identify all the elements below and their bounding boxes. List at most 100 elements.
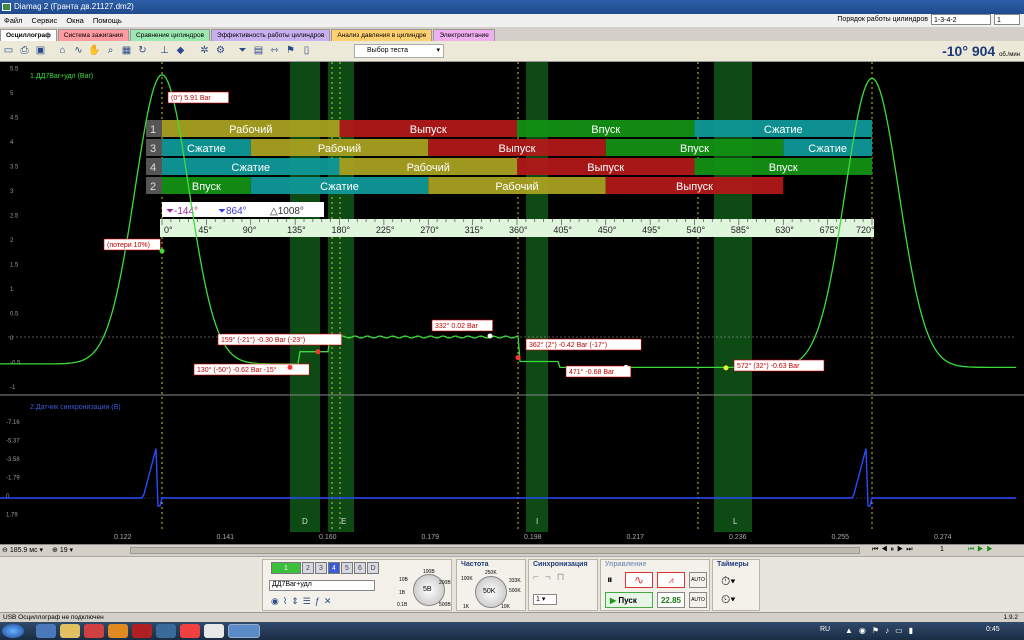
- y-tick-label: 5.5: [10, 67, 19, 73]
- zone-label: E: [341, 517, 346, 526]
- channel-button-1[interactable]: 1: [271, 562, 301, 574]
- media-icon[interactable]: [84, 624, 104, 638]
- y-tick-label: 1: [10, 287, 14, 293]
- tab-2[interactable]: Сравнение цилиндров: [129, 29, 211, 41]
- tray-icons[interactable]: ▲◉⚑♪▭▮: [845, 626, 919, 635]
- channel-button-3[interactable]: 3: [315, 562, 327, 574]
- trace-marker: [623, 364, 629, 370]
- cursor-icon[interactable]: ⌂: [56, 44, 69, 57]
- table-icon[interactable]: ▤: [252, 44, 265, 57]
- tab-0[interactable]: Осциллограф: [0, 29, 57, 41]
- test-select[interactable]: Выбор теста ▾: [354, 44, 444, 58]
- menu-file[interactable]: Файл: [4, 16, 22, 25]
- phase-label: Сжатие: [764, 124, 803, 136]
- time-tick: 0.160: [319, 534, 337, 541]
- open-icon[interactable]: ▭: [2, 44, 15, 57]
- channel-name-field[interactable]: ДД7Bar+удл: [269, 580, 375, 591]
- oscilloscope-canvas[interactable]: 65.554.543.532.521.510.50-0.5-1-7.16-5.3…: [0, 62, 1024, 532]
- tab-4[interactable]: Анализ давления в цилиндре: [331, 29, 433, 41]
- channel-button-4[interactable]: 4: [328, 562, 340, 574]
- app-icon-2[interactable]: [156, 624, 176, 638]
- cylinder-order-select[interactable]: 1-3-4-2: [931, 14, 991, 25]
- timer-icon[interactable]: ⏱▾: [721, 574, 735, 589]
- frequency-group: Частота 50K 100K 250K 333K 500K 1K 10K: [456, 559, 526, 611]
- ruler-icon[interactable]: ⊥: [158, 44, 171, 57]
- cyl-num: 1: [150, 124, 156, 136]
- channel-input[interactable]: ⊕ 19 ▾: [52, 546, 73, 554]
- annotation-label: 130° (-50°) -0.62 Bar -15°: [197, 366, 277, 374]
- phase-label: Рабочий: [318, 143, 361, 155]
- channel-tools[interactable]: ◉⌇⇕☰ƒ✕: [271, 596, 335, 607]
- flag-icon[interactable]: ⚑: [284, 44, 297, 57]
- scale-input[interactable]: ⊖ 185.9 мс ▾: [2, 546, 43, 554]
- filter-icon[interactable]: ⏷: [236, 44, 249, 57]
- refresh-icon[interactable]: ↻: [136, 44, 149, 57]
- diamag-task-icon[interactable]: [228, 624, 260, 638]
- marker-icon[interactable]: ◆: [174, 44, 187, 57]
- nav-buttons[interactable]: ⏮◀⏸▶⏭: [872, 546, 916, 554]
- save-icon[interactable]: ▣: [34, 44, 47, 57]
- pause-icon[interactable]: ⏸: [607, 574, 613, 587]
- freq-label: 10K: [501, 604, 510, 610]
- sync-edge-icons[interactable]: ⌐¬⊓: [533, 572, 570, 583]
- auto-button-bottom[interactable]: AUTO: [689, 592, 707, 608]
- settings-icon[interactable]: ⚙: [214, 44, 227, 57]
- play-buttons[interactable]: ⏮▶▶: [968, 546, 996, 554]
- cylinder-count-select[interactable]: 1: [994, 14, 1020, 25]
- grid-icon[interactable]: ▦: [120, 44, 133, 57]
- folder-icon[interactable]: [108, 624, 128, 638]
- phase-label: Рабочий: [495, 181, 538, 193]
- degree-tick: 405°: [553, 225, 572, 235]
- tab-5[interactable]: Электропитание: [433, 29, 495, 41]
- start-orb-icon[interactable]: [2, 624, 24, 638]
- menu-windows[interactable]: Окна: [66, 16, 83, 25]
- explorer-icon[interactable]: [60, 624, 80, 638]
- sync-channel-value: 1: [536, 596, 540, 603]
- sine-wave-button[interactable]: ∿: [625, 572, 653, 588]
- y-tick-label: 3.5: [10, 165, 19, 171]
- sync-channel-select[interactable]: 1 ▾: [533, 594, 557, 605]
- scroll-track[interactable]: [130, 547, 860, 554]
- annotation-label: 362° (2°) -0.42 Bar (-17°): [529, 341, 607, 349]
- auto-button-top[interactable]: AUTO: [689, 572, 707, 588]
- start-button[interactable]: ▶ Пуск: [605, 592, 653, 608]
- tab-strip: Осциллограф Система зажигания Сравнение ци…: [0, 28, 1024, 41]
- cyl-num: 2: [150, 181, 156, 193]
- print-icon[interactable]: ⎙: [18, 44, 31, 57]
- channel-button-D[interactable]: D: [367, 562, 379, 574]
- tab-1[interactable]: Система зажигания: [57, 29, 129, 41]
- split-icon[interactable]: ⇿: [268, 44, 281, 57]
- channel-button-2[interactable]: 2: [302, 562, 314, 574]
- y2-tick-label: 1.79: [6, 513, 18, 519]
- horizontal-scrollbar[interactable]: ⊖ 185.9 мс ▾ ⊕ 19 ▾ ⏮◀⏸▶⏭ 1 ⏮▶▶: [0, 544, 1024, 556]
- zoom-icon[interactable]: ⌕: [104, 44, 117, 57]
- tab-3[interactable]: Эффективность работы цилиндров: [211, 29, 331, 41]
- language-indicator[interactable]: RU: [820, 626, 830, 633]
- time-tick: 0.236: [729, 534, 747, 541]
- range-knob-value: 5В: [423, 586, 432, 593]
- control-title: Управление: [605, 561, 647, 568]
- annotation-label: (0°) 5.91 Bar: [171, 94, 211, 102]
- menu-help[interactable]: Помощь: [93, 16, 122, 25]
- channel-name-value: ДД7Bar+удл: [272, 581, 312, 588]
- channel-button-5[interactable]: 5: [341, 562, 353, 574]
- yandex-browser-icon[interactable]: [204, 624, 224, 638]
- waveform-icon[interactable]: ∿: [72, 44, 85, 57]
- range-label: 1В: [399, 590, 406, 596]
- menu-service[interactable]: Сервис: [32, 16, 58, 25]
- opera-icon[interactable]: [132, 624, 152, 638]
- ie-icon[interactable]: [36, 624, 56, 638]
- y-tick-label: 4: [10, 140, 14, 146]
- oscilloscope-view[interactable]: 65.554.543.532.521.510.50-0.5-1-7.16-5.3…: [0, 62, 1024, 532]
- cyl-num: 3: [150, 143, 156, 155]
- channel-button-6[interactable]: 6: [354, 562, 366, 574]
- yandex-icon[interactable]: [180, 624, 200, 638]
- engine-icon[interactable]: ✲: [198, 44, 211, 57]
- timer-settings-icon[interactable]: ⏲▾: [721, 592, 735, 607]
- degree-tick: 270°: [420, 225, 439, 235]
- hand-icon[interactable]: ✋: [88, 44, 101, 57]
- document-icon[interactable]: ▯: [300, 44, 313, 57]
- zigzag-wave-button[interactable]: ⩘: [657, 572, 685, 588]
- taskbar: RU ▲◉⚑♪▭▮ 0:45: [0, 622, 1024, 640]
- freq-label: 1K: [463, 604, 470, 610]
